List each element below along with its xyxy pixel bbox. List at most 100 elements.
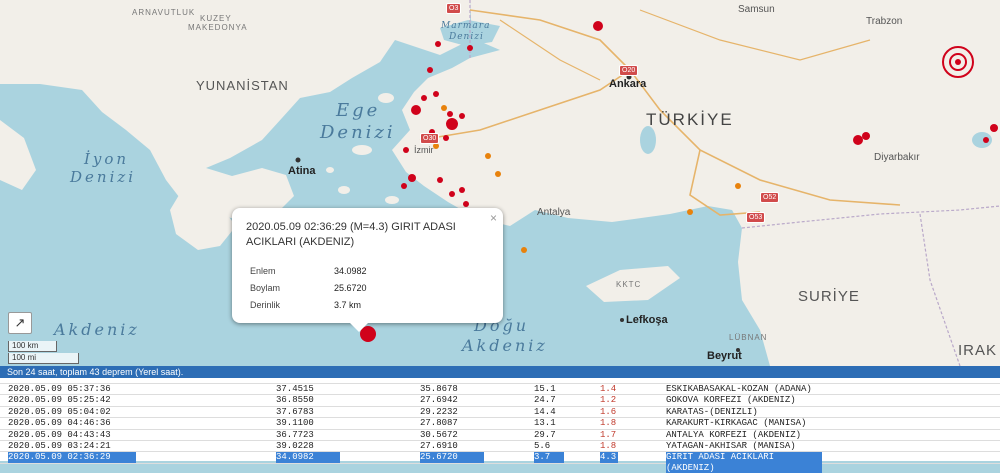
map-view[interactable]: TÜRKİYE YUNANİSTAN SURİYE IRAK Ege Deniz…: [0, 0, 1000, 366]
lefkosa-marker: [620, 318, 624, 322]
city-label-ankara: Ankara: [609, 78, 647, 90]
quake-marker[interactable]: [449, 191, 455, 197]
quake-marker[interactable]: [735, 183, 741, 189]
table-cell: ESKIKABASAKAL-KOZAN (ADANA): [666, 384, 812, 394]
quake-marker[interactable]: [853, 135, 863, 145]
quake-marker[interactable]: [485, 153, 491, 159]
popup-pointer: [350, 323, 368, 332]
quake-marker[interactable]: [687, 209, 693, 215]
table-cell: 27.8087: [420, 418, 458, 429]
table-cell: 2020.05.09 03:24:21: [8, 440, 111, 451]
country-label-yunanistan: YUNANİSTAN: [196, 78, 289, 93]
table-cell: KARAKURT-KIRKAGAC (MANISA): [666, 418, 807, 429]
table-cell: 1.8: [600, 440, 617, 451]
sea-label-akdeniz: Akdeniz: [54, 320, 140, 339]
quake-marker[interactable]: [463, 201, 469, 207]
table-row-selected[interactable]: 2020.05.09 02:36:29 34.0982 25.6720 3.7 4.3 G…: [0, 452, 1000, 473]
quake-marker[interactable]: [446, 118, 458, 130]
quake-marker[interactable]: [467, 45, 473, 51]
table-row[interactable]: 2020.05.09 05:37:36 37.4515 35.8678 15.1 1.4…: [0, 384, 1000, 396]
table-cell: 25.6720: [420, 452, 484, 463]
scale-bar-mi: 100 mi: [8, 353, 79, 364]
expand-map-button[interactable]: ↗: [8, 312, 32, 334]
quake-marker[interactable]: [441, 105, 447, 111]
country-label-suriye: SURİYE: [798, 288, 860, 305]
table-cell: 1.2: [600, 395, 617, 406]
quake-marker[interactable]: [990, 124, 998, 132]
road-shield-o53: O53: [746, 212, 766, 223]
city-label-atina: Atina: [288, 165, 316, 177]
table-cell: YATAGAN-AKHISAR (MANISA): [666, 440, 796, 451]
table-row[interactable]: 2020.05.09 04:43:43 36.7723 30.5672 29.7 1.7…: [0, 430, 1000, 441]
table-cell: 36.7723: [276, 429, 314, 440]
quake-marker[interactable]: [408, 174, 416, 182]
table-cell: 39.1100: [276, 418, 314, 429]
road-shield-o20: O20: [619, 65, 639, 76]
quake-marker[interactable]: [411, 105, 421, 115]
quake-marker[interactable]: [421, 95, 427, 101]
road-shield-o52: O52: [760, 192, 780, 203]
island: [338, 186, 350, 194]
city-label-izmir: İzmir: [414, 145, 434, 155]
table-cell: ANTALYA KORFEZI (AKDENIZ): [666, 429, 802, 440]
country-label-turkiye: TÜRKİYE: [646, 110, 734, 129]
table-row[interactable]: 2020.05.09 04:46:36 39.1100 27.8087 13.1 1.8…: [0, 418, 1000, 430]
quake-marker[interactable]: [437, 177, 443, 183]
table-cell: GIRIT ADASI ACIKLARI (AKDENIZ): [666, 452, 822, 473]
quake-marker[interactable]: [403, 147, 409, 153]
quake-marker[interactable]: [427, 67, 433, 73]
table-cell: GOKOVA KORFEZI (AKDENIZ): [666, 395, 796, 406]
quake-marker[interactable]: [495, 171, 501, 177]
sea-label-dogu-2: Akdeniz: [462, 336, 548, 355]
island: [326, 167, 334, 173]
table-cell: 37.6783: [276, 406, 314, 417]
label-kktc: KKTC: [616, 280, 642, 289]
quake-marker[interactable]: [955, 59, 961, 65]
popup-close-button[interactable]: ×: [490, 211, 497, 225]
table-cell: 5.6: [534, 440, 551, 451]
lake: [640, 126, 656, 154]
table-cell: 36.8550: [276, 395, 314, 406]
table-cell: 2020.05.09 05:04:02: [8, 406, 111, 417]
quake-marker[interactable]: [401, 183, 407, 189]
popup-value-derinlik: 3.7 km: [334, 300, 362, 310]
city-label-beyrut: Beyrut: [707, 350, 742, 362]
scale-bar-km: 100 km: [8, 341, 57, 352]
label-arnavutluk: ARNAVUTLUK: [132, 8, 196, 17]
table-row[interactable]: 2020.05.09 03:24:21 39.0228 27.6910 5.6 1.8 Y…: [0, 440, 1000, 453]
quake-marker[interactable]: [983, 137, 989, 143]
quake-marker[interactable]: [443, 135, 449, 141]
table-cell: 29.2232: [420, 406, 458, 417]
expand-arrow-icon: ↗: [14, 315, 26, 330]
country-label-irak: IRAK: [958, 342, 998, 359]
label-kuzey: KUZEY: [200, 14, 232, 23]
quake-marker[interactable]: [521, 247, 527, 253]
quake-marker[interactable]: [459, 113, 465, 119]
road-shield-o3: O3: [446, 3, 462, 14]
table-cell: 37.4515: [276, 384, 314, 394]
earthquake-table: Son 24 saat, toplam 43 deprem (Yerel saa…: [0, 366, 1000, 473]
table-cell: 1.7: [600, 429, 617, 440]
table-cell: 1.6: [600, 406, 617, 417]
label-makedonya: MAKEDONYA: [188, 23, 248, 32]
quake-marker[interactable]: [459, 187, 465, 193]
table-summary: Son 24 saat, toplam 43 deprem (Yerel saa…: [0, 366, 1000, 378]
table-cell: 2020.05.09 02:36:29: [8, 452, 136, 463]
island: [385, 196, 399, 204]
table-row[interactable]: 2020.05.09 05:25:42 36.8550 27.6942 24.7 1.2…: [0, 395, 1000, 407]
table-cell: 4.3: [600, 452, 618, 463]
table-cell: 34.0982: [276, 452, 340, 463]
popup-label-enlem: Enlem: [250, 266, 276, 276]
sea-label-marmara: Marmara: [441, 21, 491, 31]
quake-marker[interactable]: [447, 111, 453, 117]
table-cell: KARATAS-(DENIZLI): [666, 406, 758, 417]
city-label-lefkosa: Lefkoşa: [626, 314, 668, 326]
quake-marker[interactable]: [862, 132, 870, 140]
quake-marker[interactable]: [435, 41, 441, 47]
city-label-samsun: Samsun: [738, 4, 775, 15]
road-shield-o30: O30: [420, 133, 440, 144]
quake-marker[interactable]: [593, 21, 603, 31]
table-row[interactable]: 2020.05.09 05:04:02 37.6783 29.2232 14.4 1.6…: [0, 406, 1000, 419]
table-cell: 39.0228: [276, 440, 314, 451]
quake-marker[interactable]: [433, 91, 439, 97]
